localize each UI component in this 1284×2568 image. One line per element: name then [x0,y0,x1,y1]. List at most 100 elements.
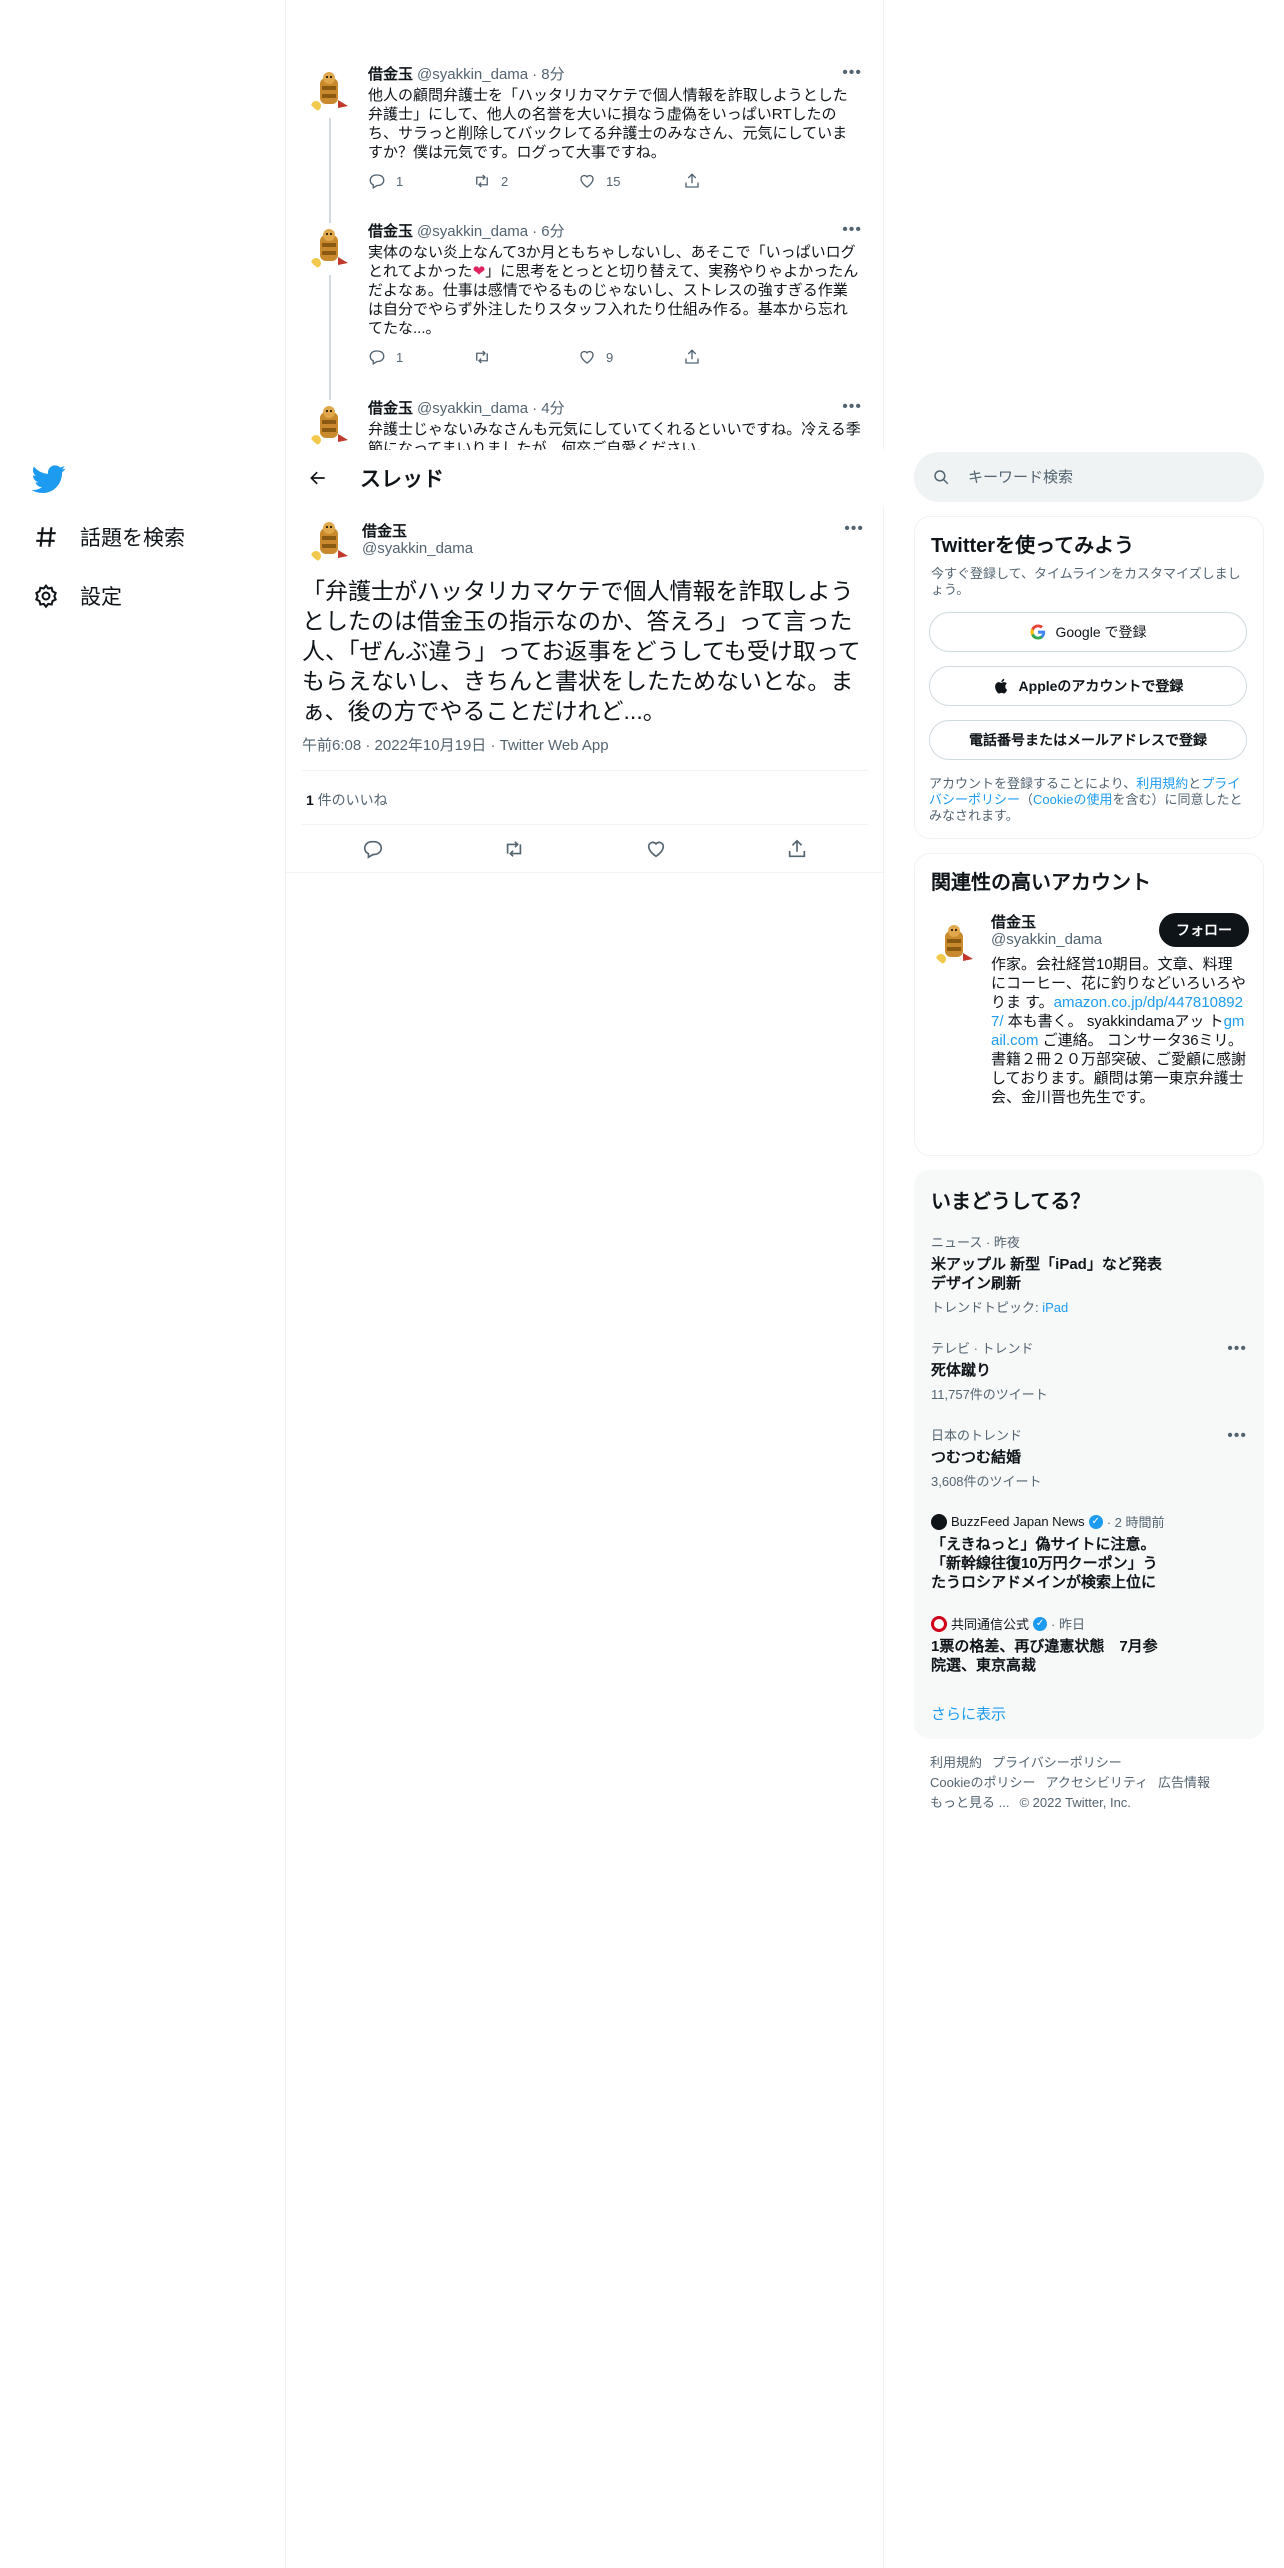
news-item[interactable]: BuzzFeed Japan News ✓ · 2 時間前 「えきねっと」偽サイ… [915,1502,1263,1604]
reply-icon[interactable] [362,838,384,860]
trends-card: いまどうしてる？ ニュース · 昨夜 米アップル 新型「iPad」など発表 デザ… [914,1170,1264,1739]
footer-link[interactable]: Cookieのポリシー [930,1775,1035,1790]
tweet-text: 他人の顧問弁護士を「ハッタリカマケテで個人情報を詐取しようとした弁護士」にして、… [368,87,848,161]
google-signup-button[interactable]: Google で登録 [929,612,1247,652]
tweet-author-name[interactable]: 借金玉 [368,223,413,241]
likes-count[interactable]: 1 件のいいね [306,790,388,810]
tweet-author-handle[interactable]: @syakkin_dama [417,223,528,241]
signup-legal: アカウントを登録することにより、利用規約とプライバシーポリシー（Cookieの使… [929,776,1243,823]
nav-settings[interactable]: 設定 [30,574,122,618]
share-button[interactable] [683,172,788,190]
signup-title: Twitterを使ってみよう [931,535,1135,557]
footer-link[interactable]: 利用規約 [930,1755,982,1770]
signup-subtitle: 今すぐ登録して、タイムラインをカスタマイズしましょう。 [931,566,1241,597]
retweet-button[interactable]: 2 [473,172,578,190]
tweet-text: 「弁護士がハッタリカマケテで個人情報を詐取しようとしたのは借金玉の指示なのか、答… [302,578,861,724]
gear-icon [30,580,62,612]
news-item[interactable]: 共同通信公式 ✓ · 昨日 1票の格差、再び違憲状態 7月参院選、東京高裁 [915,1604,1263,1687]
heart-icon [580,174,594,188]
more-icon[interactable]: ••• [842,221,862,239]
reply-icon [369,350,385,365]
follow-button[interactable]: フォロー [1159,913,1249,947]
related-accounts-card: 関連性の高いアカウント 借金玉 @syakkin_dama フォロー 作家。会社… [914,853,1264,1156]
tweet-source[interactable]: Twitter Web App [500,737,609,754]
tweet-actions [302,824,868,874]
kyodo-logo-icon [931,1615,947,1632]
trend-item[interactable]: 日本のトレンド つむつむ結婚 3,608件のツイート ••• [915,1415,1263,1502]
retweet-icon [476,174,488,188]
retweet-button[interactable] [473,348,578,366]
nav-settings-label: 設定 [80,586,122,609]
sidebar-column: Twitterを使ってみよう 今すぐ登録して、タイムラインをカスタマイズしましょ… [914,452,1264,1813]
nav-explore[interactable]: 話題を検索 [30,515,185,559]
more-icon[interactable]: ••• [844,520,864,538]
search-box[interactable] [914,452,1264,502]
thread-context: 借金玉 @syakkin_dama · 8分 ••• 他人の顧問弁護士を「ハッタ… [286,0,884,450]
footer-link[interactable]: プライバシーポリシー [992,1755,1122,1770]
avatar[interactable] [306,223,354,271]
tweet-author-handle[interactable]: @syakkin_dama [417,400,528,418]
account-cell[interactable]: 借金玉 @syakkin_dama フォロー 作家。会社経営10期目。文章、料理… [915,895,1263,1155]
twitter-logo-icon[interactable] [31,462,66,496]
heart-emoji: ❤ [472,263,486,280]
reply-button[interactable]: 1 [368,172,473,190]
apple-icon [994,678,1007,694]
heart-icon [580,350,594,364]
tweet-author-name[interactable]: 借金玉 [368,400,413,418]
verified-icon: ✓ [1088,1514,1103,1529]
copyright: © 2022 Twitter, Inc. [1019,1795,1131,1810]
tweet-author-handle[interactable]: @syakkin_dama [362,540,473,557]
tweet-author-handle[interactable]: @syakkin_dama [417,66,528,84]
reply-icon [369,174,385,189]
like-button[interactable]: 15 [578,172,683,190]
show-more-link[interactable]: さらに表示 [915,1687,1263,1738]
page-title: スレッド [360,468,444,491]
divider [286,872,884,873]
divider [302,770,868,771]
footer-link[interactable]: 広告情報 [1158,1775,1210,1790]
retweet-icon[interactable] [503,838,525,860]
avatar[interactable] [931,919,979,967]
tweet-author-name[interactable]: 借金玉 [368,66,413,84]
account-handle[interactable]: @syakkin_dama [991,931,1102,948]
tweet-time[interactable]: · 6分 [532,223,565,241]
trend-item[interactable]: ニュース · 昨夜 米アップル 新型「iPad」など発表 デザイン刷新 トレンド… [915,1222,1263,1328]
arrow-left-icon [310,471,325,485]
tweet-time[interactable]: · 8分 [532,66,565,84]
trend-item[interactable]: テレビ · トレンド 死体蹴り 11,757件のツイート ••• [915,1328,1263,1415]
tweet-time[interactable]: · 4分 [532,400,565,418]
share-icon[interactable] [786,838,808,860]
share-icon [685,173,699,188]
google-icon [1030,624,1046,640]
reply-button[interactable]: 1 [368,348,473,366]
buzzfeed-logo-icon [931,1513,947,1530]
more-icon[interactable]: ••• [842,64,862,82]
footer-link[interactable]: もっと見る ... [930,1795,1009,1810]
avatar[interactable] [306,400,354,448]
avatar[interactable] [306,66,354,114]
terms-link[interactable]: 利用規約 [1136,776,1188,791]
more-icon[interactable]: ••• [1227,1340,1247,1358]
cookie-link[interactable]: Cookieの使用 [1033,792,1112,807]
retweet-icon [476,350,488,364]
share-button[interactable] [683,348,788,366]
footer-link[interactable]: アクセシビリティ [1045,1775,1148,1790]
share-icon [685,349,699,364]
avatar[interactable] [306,516,354,564]
heart-icon[interactable] [645,838,667,860]
tweet-text: 実体のない炎上なんて3か月ともちゃしないし、あそこで「いっぱいログとれてよかった… [368,244,859,337]
search-input[interactable] [968,468,1228,486]
tweet-text: 弁護士じゃないみなさんも元気にしていてくれるといいですね。冷える季節になってまい… [368,421,861,450]
trend-topic-link[interactable]: iPad [1042,1300,1068,1315]
related-title: 関連性の高いアカウント [931,872,1151,894]
phone-email-signup-button[interactable]: 電話番号またはメールアドレスで登録 [929,720,1247,760]
more-icon[interactable]: ••• [842,398,862,416]
more-icon[interactable]: ••• [1227,1427,1247,1445]
left-nav: 話題を検索 設定 [0,0,286,2568]
apple-signup-button[interactable]: Appleのアカウントで登録 [929,666,1247,706]
back-button[interactable] [300,460,336,496]
tweet-author-name[interactable]: 借金玉 [362,520,407,541]
account-name[interactable]: 借金玉 [991,911,1036,932]
tweet-timestamp[interactable]: 午前6:08 · 2022年10月19日 [302,737,486,754]
like-button[interactable]: 9 [578,348,683,366]
